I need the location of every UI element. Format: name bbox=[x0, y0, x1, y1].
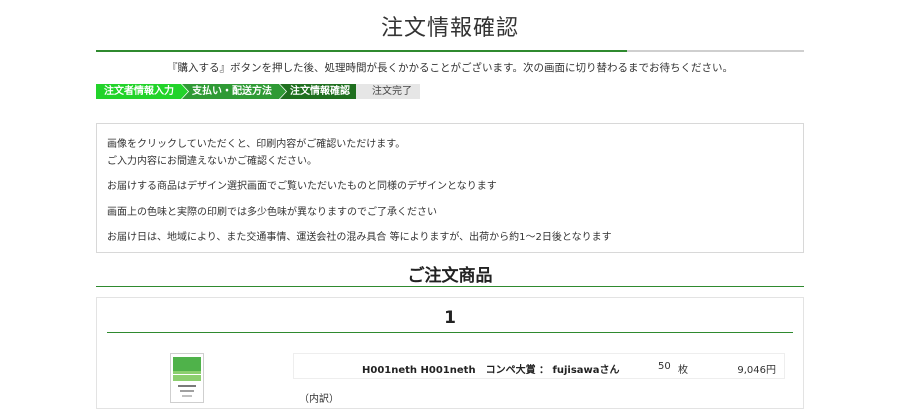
quantity-unit: 枚 bbox=[678, 365, 688, 376]
step-indicator: 注文者情報入力 支払い・配送方法 注文情報確認 注文完了 bbox=[96, 84, 420, 99]
step-order-confirm: 注文情報確認 bbox=[280, 84, 364, 99]
item-divider bbox=[107, 332, 793, 333]
info-line: お届けする商品はデザイン選択画面でご覧いただいたものと同様のデザインとなります bbox=[107, 181, 497, 192]
product-name: H001neth H001neth コンペ大賞 ： fujisawaさん bbox=[362, 365, 620, 376]
section-divider bbox=[96, 286, 804, 287]
progress-rule bbox=[96, 50, 804, 52]
product-row: H001neth H001neth コンペ大賞 ： fujisawaさん 50 … bbox=[293, 353, 785, 379]
processing-notice: 『購入する』ボタンを押した後、処理時間が長くかかることがございます。次の画面に切… bbox=[167, 62, 733, 74]
breakdown-label: （内訳） bbox=[299, 394, 339, 405]
product-thumbnail[interactable] bbox=[170, 353, 204, 403]
page-title: 注文情報確認 bbox=[380, 16, 519, 41]
item-number: 1 bbox=[444, 308, 456, 328]
info-line: 画像をクリックしていただくと、印刷内容がご確認いただけます。 bbox=[107, 139, 406, 150]
info-line: 画面上の色味と実際の印刷では多少色味が異なりますのでご了承ください bbox=[107, 207, 437, 218]
step-order-complete: 注文完了 bbox=[356, 84, 420, 99]
info-box: 画像をクリックしていただくと、印刷内容がご確認いただけます。 ご入力内容にお間違… bbox=[96, 123, 804, 253]
product-quantity: 50 bbox=[658, 361, 671, 372]
step-orderer-info: 注文者情報入力 bbox=[96, 84, 188, 99]
order-items-heading: ご注文商品 bbox=[407, 266, 493, 286]
product-price: 9,046円 bbox=[737, 365, 776, 376]
step-payment-shipping: 支払い・配送方法 bbox=[182, 84, 286, 99]
progress-rule-fill bbox=[96, 50, 627, 52]
info-line: お届け日は、地域により、また交通事情、運送会社の混み具合 等によりますが、出荷か… bbox=[107, 232, 612, 243]
order-item-card: 1 H001neth H001neth コンペ大賞 ： fujisawaさん 5… bbox=[96, 297, 804, 409]
info-line: ご入力内容にお間違えないかご確認ください。 bbox=[107, 156, 317, 167]
